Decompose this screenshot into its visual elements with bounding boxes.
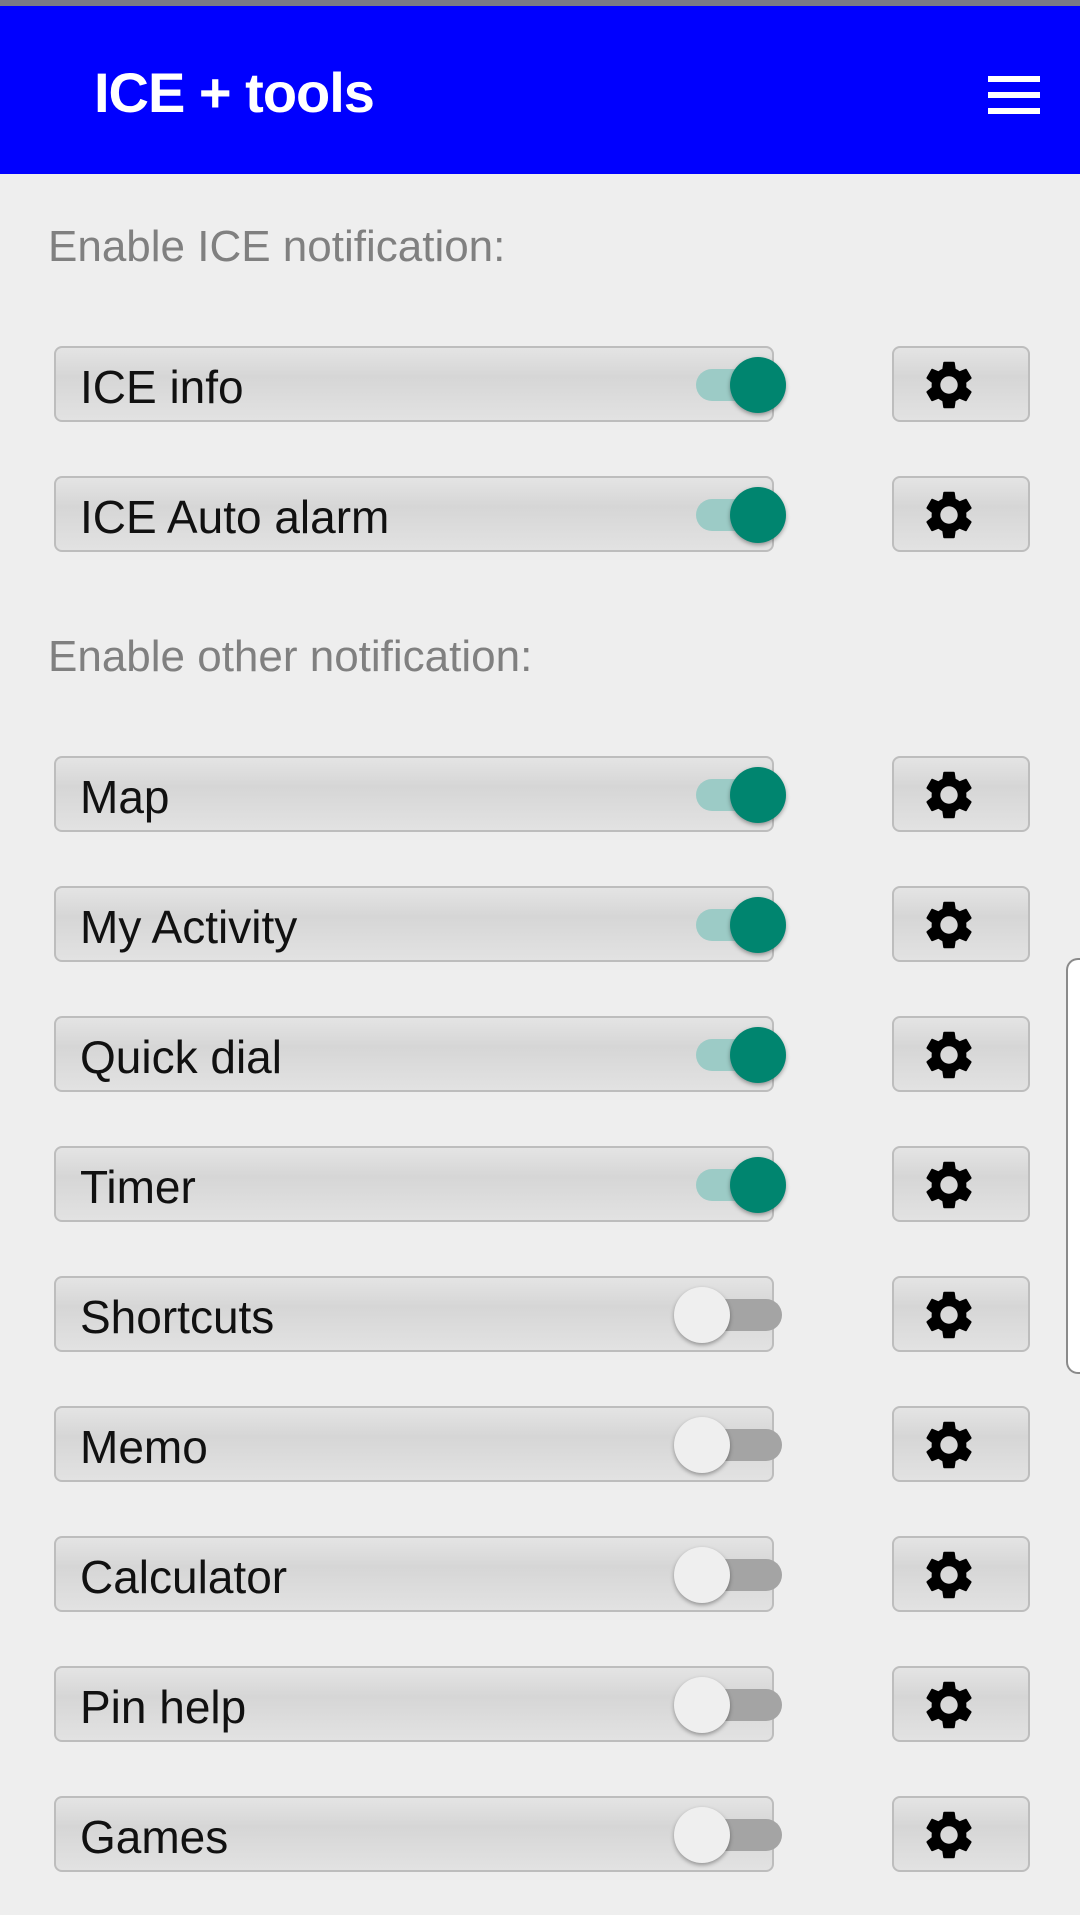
toggle-row-ice-info[interactable]: ICE info [54,346,786,422]
settings-button-calculator[interactable] [892,1536,1030,1612]
toggle-label: My Activity [80,901,298,953]
toggle-label: Shortcuts [80,1291,275,1343]
switch-thumb[interactable] [674,1287,730,1343]
toggle-label: Calculator [80,1551,288,1603]
gear-icon [926,491,972,539]
toggle-row-shortcuts[interactable]: Shortcuts [54,1276,782,1352]
toggle-switch-ice-auto-alarm[interactable] [640,487,786,543]
toggle-switch-quick-dial[interactable] [640,1027,786,1083]
switch-thumb[interactable] [730,897,786,953]
gear-icon [926,1031,972,1079]
gear-icon [926,1551,972,1599]
toggle-label: Map [80,771,170,823]
toggle-switch-calculator[interactable] [640,1547,782,1603]
settings-button-ice-auto-alarm[interactable] [892,476,1030,552]
settings-button-memo[interactable] [892,1406,1030,1482]
toggle-switch-pin-help[interactable] [640,1677,782,1733]
gear-icon [926,901,972,949]
toggle-switch-shortcuts[interactable] [640,1287,782,1343]
switch-thumb[interactable] [674,1547,730,1603]
section-heading-other: Enable other notification: [48,632,533,681]
switch-thumb[interactable] [674,1807,730,1863]
gear-icon [926,361,972,409]
app-title: ICE + tools [94,61,375,124]
toggle-switch-map[interactable] [640,767,786,823]
switch-thumb[interactable] [730,357,786,413]
gear-icon [926,771,972,819]
switch-thumb[interactable] [730,487,786,543]
toggle-switch-games[interactable] [640,1807,782,1863]
toggle-label: Pin help [80,1681,247,1733]
settings-button-quick-dial[interactable] [892,1016,1030,1092]
toggle-row-games[interactable]: Games [54,1796,782,1872]
switch-thumb[interactable] [730,1157,786,1213]
toggle-switch-my-activity[interactable] [640,897,786,953]
gear-icon [926,1421,972,1469]
gear-icon [926,1811,972,1859]
toggle-switch-timer[interactable] [640,1157,786,1213]
toggle-switch-memo[interactable] [640,1417,782,1473]
toggle-row-calculator[interactable]: Calculator [54,1536,782,1612]
toggle-row-timer[interactable]: Timer [54,1146,786,1222]
settings-button-games[interactable] [892,1796,1030,1872]
toggle-row-memo[interactable]: Memo [54,1406,782,1482]
gear-icon [926,1291,972,1339]
settings-button-shortcuts[interactable] [892,1276,1030,1352]
toggle-label: Memo [80,1421,208,1473]
toggle-label: Games [80,1811,229,1863]
toggle-row-my-activity[interactable]: My Activity [54,886,786,962]
gear-icon [926,1161,972,1209]
switch-thumb[interactable] [674,1417,730,1473]
settings-button-ice-info[interactable] [892,346,1030,422]
hamburger-menu-icon[interactable] [988,76,1040,114]
settings-button-pin-help[interactable] [892,1666,1030,1742]
app-bar: ICE + tools [0,6,1080,174]
toggle-row-pin-help[interactable]: Pin help [54,1666,782,1742]
switch-thumb[interactable] [730,1027,786,1083]
toggle-label: ICE info [80,361,244,413]
switch-thumb[interactable] [674,1677,730,1733]
settings-button-my-activity[interactable] [892,886,1030,962]
toggle-row-ice-auto-alarm[interactable]: ICE Auto alarm [54,476,786,552]
section-heading-ice: Enable ICE notification: [48,222,506,271]
toggle-label: ICE Auto alarm [80,491,390,543]
toggle-row-map[interactable]: Map [54,756,786,832]
toggle-row-quick-dial[interactable]: Quick dial [54,1016,786,1092]
settings-button-timer[interactable] [892,1146,1030,1222]
toggle-switch-ice-info[interactable] [640,357,786,413]
settings-button-map[interactable] [892,756,1030,832]
edge-panel-handle[interactable] [1066,958,1080,1374]
toggle-label: Timer [80,1161,196,1213]
gear-icon [926,1681,972,1729]
switch-thumb[interactable] [730,767,786,823]
toggle-label: Quick dial [80,1031,282,1083]
